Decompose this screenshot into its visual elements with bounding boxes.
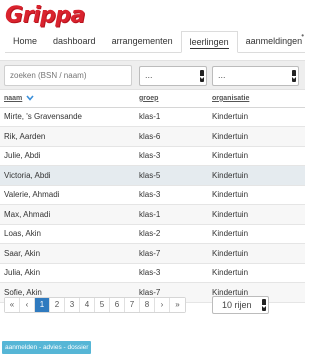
- nav-label: arrangementen: [111, 36, 173, 46]
- table-row[interactable]: Valerie, Ahmadi klas-3 Kindertuin: [0, 185, 305, 205]
- page-button-4[interactable]: 4: [80, 298, 95, 312]
- page-button-3[interactable]: 3: [65, 298, 80, 312]
- nav-item-arrangementen[interactable]: arrangementen: [104, 31, 181, 53]
- page-button-5[interactable]: 5: [95, 298, 110, 312]
- students-table: naam groep organisatie Mirte, 's Gravens…: [0, 90, 305, 303]
- nav-item-aanmeldingen[interactable]: aanmeldingen: [238, 31, 311, 53]
- cell-groep: klas-1: [135, 107, 208, 127]
- first-page-button[interactable]: «: [5, 298, 20, 312]
- cell-organisatie: Kindertuin: [208, 224, 305, 244]
- cell-groep: klas-3: [135, 185, 208, 205]
- table-row[interactable]: Loas, Akin klas-2 Kindertuin: [0, 224, 305, 244]
- group-select-value: ...: [145, 70, 153, 80]
- cell-organisatie: Kindertuin: [208, 126, 305, 147]
- cell-naam: Rik, Aarden: [0, 126, 135, 147]
- nav-label: leerlingen: [189, 37, 229, 49]
- chevron-down-icon: [291, 70, 297, 82]
- nav-label: aanmeldingen: [245, 36, 303, 46]
- column-label: groep: [139, 94, 159, 102]
- next-page-button[interactable]: ›: [155, 298, 170, 312]
- page-button-1[interactable]: 1: [35, 298, 50, 312]
- cell-naam: Julia, Akin: [0, 263, 135, 283]
- cell-organisatie: Kindertuin: [208, 146, 305, 166]
- chevron-down-icon: [199, 70, 205, 82]
- table-row-hovered[interactable]: Victoria, Abdi klas-5 Kindertuin: [0, 165, 305, 186]
- table-row[interactable]: Max, Ahmadi klas-1 Kindertuin: [0, 204, 305, 225]
- table-row[interactable]: Julia, Akin klas-3 Kindertuin: [0, 263, 305, 283]
- table-row[interactable]: Julie, Abdi klas-3 Kindertuin: [0, 146, 305, 166]
- page-button-7[interactable]: 7: [125, 298, 140, 312]
- grippa-logo[interactable]: Grippa: [5, 2, 85, 28]
- cell-naam: Mirte, 's Gravensande: [0, 107, 135, 127]
- main-nav: Home dashboard arrangementen leerlingen …: [5, 31, 305, 53]
- table-row[interactable]: Saar, Akin klas-7 Kindertuin: [0, 243, 305, 264]
- last-page-button[interactable]: »: [170, 298, 185, 312]
- column-label: organisatie: [212, 94, 250, 102]
- page-button-8[interactable]: 8: [140, 298, 155, 312]
- nav-item-home[interactable]: Home: [5, 31, 45, 53]
- nav-label: Home: [13, 36, 38, 46]
- table-row[interactable]: Mirte, 's Gravensande klas-1 Kindertuin: [0, 107, 305, 127]
- logo-text: Grippa: [5, 2, 85, 28]
- chevron-down-icon: [261, 299, 267, 311]
- cell-naam: Victoria, Abdi: [0, 165, 135, 186]
- column-header-groep[interactable]: groep: [135, 90, 208, 108]
- nav-item-leerlingen[interactable]: leerlingen: [180, 31, 238, 53]
- column-header-organisatie[interactable]: organisatie: [208, 90, 305, 108]
- nav-item-dashboard[interactable]: dashboard: [45, 31, 104, 53]
- rows-per-page-select[interactable]: 10 rijen: [212, 296, 269, 314]
- cell-organisatie: Kindertuin: [208, 204, 305, 225]
- cell-organisatie: Kindertuin: [208, 263, 305, 283]
- cell-naam: Saar, Akin: [0, 243, 135, 264]
- cell-groep: klas-6: [135, 126, 208, 147]
- page-button-6[interactable]: 6: [110, 298, 125, 312]
- nav-label: dashboard: [53, 36, 96, 46]
- organisation-select-value: ...: [218, 70, 226, 80]
- prev-page-button[interactable]: ‹: [20, 298, 35, 312]
- sort-chevron-down-icon[interactable]: [26, 95, 34, 101]
- cell-naam: Loas, Akin: [0, 224, 135, 244]
- organisation-select[interactable]: ...: [212, 66, 299, 86]
- cell-groep: klas-1: [135, 204, 208, 225]
- cell-groep: klas-3: [135, 146, 208, 166]
- table-row[interactable]: Rik, Aarden klas-6 Kindertuin: [0, 126, 305, 147]
- cell-organisatie: Kindertuin: [208, 243, 305, 264]
- cell-organisatie: Kindertuin: [208, 107, 305, 127]
- search-input[interactable]: [4, 65, 132, 86]
- aanmelden-advies-dossier-button[interactable]: aanmelden - advies - dossier: [2, 341, 92, 354]
- cell-organisatie: Kindertuin: [208, 185, 305, 205]
- cell-groep: klas-7: [135, 243, 208, 264]
- cell-organisatie: Kindertuin: [208, 165, 305, 186]
- cell-naam: Valerie, Ahmadi: [0, 185, 135, 205]
- rows-per-page-value: 10 rijen: [222, 300, 252, 310]
- cell-groep: klas-2: [135, 224, 208, 244]
- nav-overflow-indicator[interactable]: •: [301, 31, 304, 40]
- page-button-2[interactable]: 2: [50, 298, 65, 312]
- column-header-naam[interactable]: naam: [0, 90, 135, 108]
- cell-naam: Max, Ahmadi: [0, 204, 135, 225]
- pagination: « ‹ 1 2 3 4 5 6 7 8 › »: [4, 297, 186, 313]
- group-select[interactable]: ...: [139, 66, 207, 86]
- cell-naam: Julie, Abdi: [0, 146, 135, 166]
- filter-panel: ... ...: [0, 60, 305, 90]
- cell-groep: klas-3: [135, 263, 208, 283]
- column-label: naam: [4, 94, 23, 102]
- cell-groep: klas-5: [135, 165, 208, 186]
- table-header-row: naam groep organisatie: [0, 90, 305, 108]
